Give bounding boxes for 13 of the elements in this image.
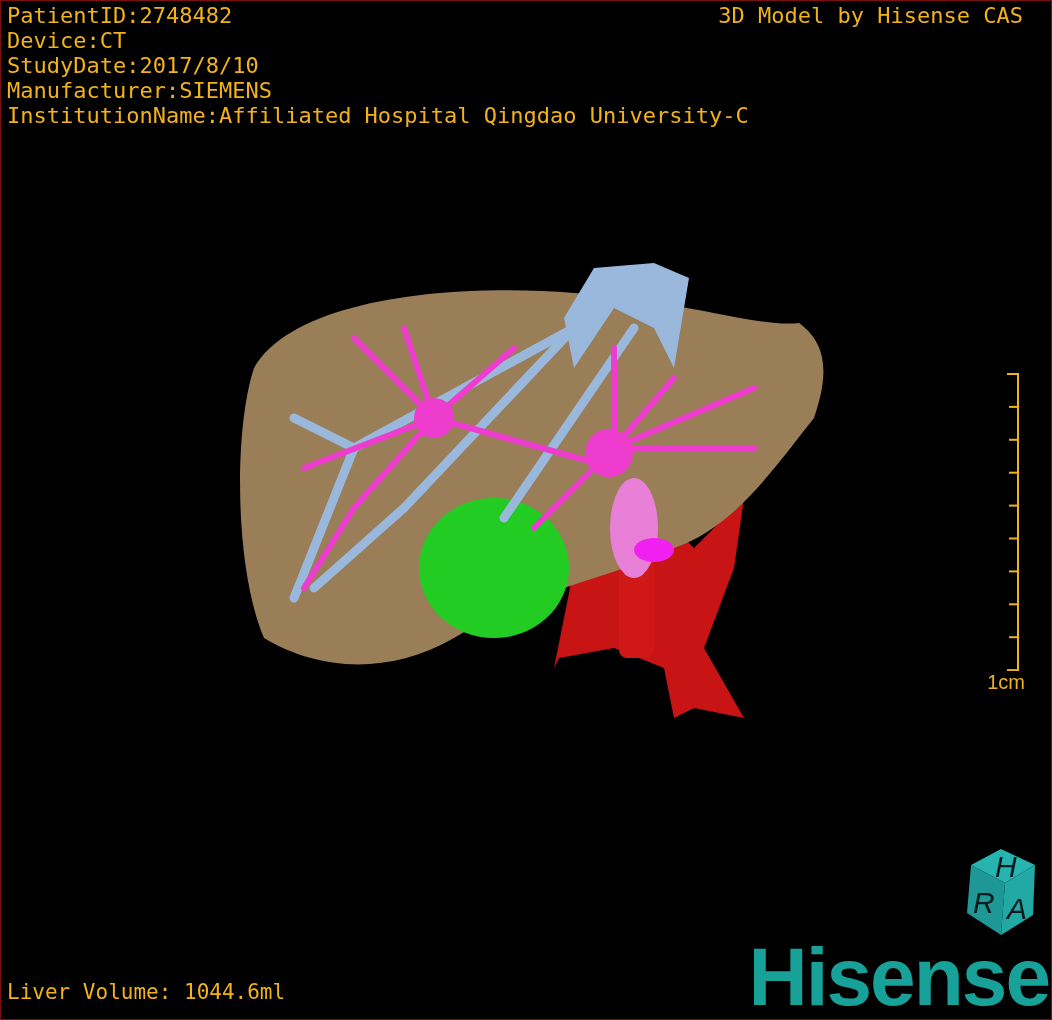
study-info-text: Manufacturer:SIEMENS — [7, 78, 273, 103]
study-info-text: StudyDate:2017/8/10 — [7, 53, 260, 78]
viewer-title: 3D Model by Hisense CAS — [718, 3, 1023, 28]
cube-face-label: A — [1007, 892, 1027, 925]
orientation-cube[interactable]: H R A — [965, 847, 1037, 937]
study-info-text: InstitutionName:Affiliated Hospital Qingdao University-C — [7, 103, 750, 128]
cube-face-label: R — [973, 886, 995, 919]
scale-label: 1cm — [987, 670, 1025, 693]
cube-face-label: H — [995, 850, 1017, 883]
brand-logo: Hisense — [748, 939, 1049, 1015]
liver-volume-text: Liver Volume: 1044.6ml — [7, 979, 286, 1006]
study-info-text: Device:CT — [7, 28, 128, 53]
study-info-text: PatientID:2748482 — [7, 3, 233, 28]
